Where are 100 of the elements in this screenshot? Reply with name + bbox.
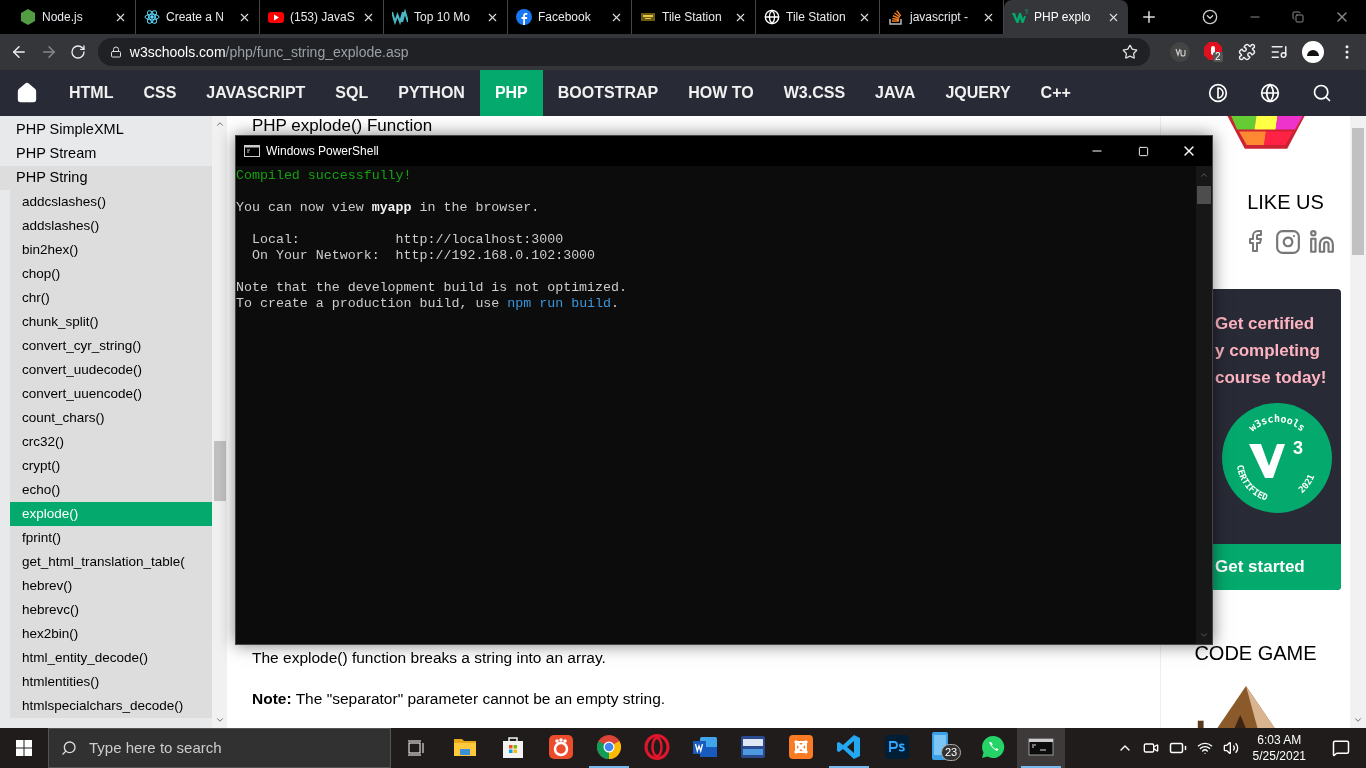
sidebar-link[interactable]: count_chars() bbox=[10, 406, 212, 430]
new-tab-icon[interactable] bbox=[1140, 8, 1158, 26]
task-view-icon[interactable] bbox=[407, 740, 425, 756]
facebook-icon bbox=[516, 9, 532, 25]
nav-link[interactable]: C++ bbox=[1025, 70, 1086, 116]
search-placeholder: Type here to search bbox=[89, 737, 222, 758]
section-heading: LIKE US bbox=[1247, 189, 1324, 215]
clock[interactable]: 6:03 AM 5/25/2021 bbox=[1248, 732, 1310, 764]
maximize-icon[interactable] bbox=[1137, 145, 1149, 157]
notification-icon[interactable] bbox=[1332, 739, 1350, 757]
sidebar-link[interactable]: htmlentities() bbox=[10, 670, 212, 694]
search-field[interactable]: Type here to search bbox=[48, 728, 391, 768]
nav-link[interactable]: CSS bbox=[128, 70, 192, 116]
reload-icon[interactable] bbox=[69, 44, 86, 60]
taskbar-app[interactable] bbox=[1017, 728, 1065, 768]
sidebar-link[interactable]: crypt() bbox=[10, 454, 212, 478]
extension-icon[interactable] bbox=[1170, 42, 1190, 62]
scroll-down-icon[interactable] bbox=[1353, 715, 1363, 725]
volume-icon[interactable] bbox=[1222, 740, 1239, 756]
sidebar-link[interactable]: hex2bin() bbox=[10, 622, 212, 646]
extension-badge: 2 bbox=[1213, 52, 1223, 62]
camera-icon[interactable] bbox=[1142, 740, 1159, 756]
nav-link[interactable]: PYTHON bbox=[383, 70, 480, 116]
linkedin-icon[interactable] bbox=[1308, 228, 1335, 255]
sidebar-link[interactable]: convert_cyr_string() bbox=[10, 334, 212, 358]
promo-text: course today! bbox=[1215, 366, 1328, 388]
scrollbar-thumb[interactable] bbox=[1352, 128, 1364, 255]
sidebar-link[interactable]: chop() bbox=[10, 262, 212, 286]
sidebar-link[interactable]: hebrev() bbox=[10, 574, 212, 598]
sidebar-link[interactable]: chunk_split() bbox=[10, 310, 212, 334]
chat-bubble-icon bbox=[980, 734, 1006, 760]
sidebar-link[interactable]: hebrevc() bbox=[10, 598, 212, 622]
terminal-icon bbox=[244, 145, 260, 157]
scrollbar-thumb[interactable] bbox=[213, 441, 226, 501]
terminal-line: Compiled successfully! bbox=[236, 168, 412, 184]
page-heading: PHP explode() Function bbox=[252, 116, 434, 135]
back-icon[interactable] bbox=[10, 43, 28, 61]
extensions-icon[interactable] bbox=[1238, 43, 1256, 61]
theme-icon[interactable] bbox=[1208, 83, 1228, 103]
sidebar-link[interactable]: PHP String bbox=[0, 166, 212, 190]
sidebar-link[interactable]: crc32() bbox=[10, 430, 212, 454]
wifi-icon[interactable] bbox=[1196, 740, 1213, 756]
promo-text: Get certified bbox=[1215, 312, 1316, 334]
dev-ide-icon bbox=[740, 734, 766, 760]
sidebar-link[interactable]: addslashes() bbox=[10, 214, 212, 238]
sidebar-link[interactable]: convert_uudecode() bbox=[10, 358, 212, 382]
nav-link[interactable]: HTML bbox=[54, 70, 129, 116]
xampp-icon bbox=[788, 734, 814, 760]
stack-icon bbox=[888, 9, 904, 25]
home-icon[interactable] bbox=[16, 82, 38, 104]
bookmark-icon[interactable] bbox=[1122, 44, 1138, 60]
sidebar-link[interactable]: htmlspecialchars_decode() bbox=[10, 694, 212, 718]
word-icon bbox=[692, 734, 718, 760]
search-icon bbox=[61, 740, 77, 756]
camera-app-icon bbox=[548, 734, 574, 760]
opera-icon bbox=[644, 734, 670, 760]
tab-search-icon[interactable] bbox=[1202, 9, 1218, 25]
paragraph: Note: The "separator" parameter cannot be an empty string. bbox=[252, 688, 667, 709]
url-domain: w3schools.com bbox=[129, 42, 226, 62]
nav-link[interactable]: W3.CSS bbox=[768, 70, 861, 116]
nav-link[interactable]: SQL bbox=[320, 70, 384, 116]
sidebar-link[interactable]: addcslashes() bbox=[10, 190, 212, 214]
globe-icon[interactable] bbox=[1260, 83, 1280, 103]
instagram-icon[interactable] bbox=[1274, 228, 1301, 255]
nav-link[interactable]: JQUERY bbox=[930, 70, 1026, 116]
sidebar-link[interactable]: bin2hex() bbox=[10, 238, 212, 262]
profile-avatar[interactable] bbox=[1302, 41, 1324, 63]
address-bar[interactable]: w3schools.com/php/func_string_explode.asp bbox=[97, 38, 1150, 66]
sidebar-link[interactable]: fprint() bbox=[10, 526, 212, 550]
section-heading: CODE GAME bbox=[1194, 640, 1317, 666]
media-icon[interactable] bbox=[1270, 43, 1288, 61]
globe-icon bbox=[764, 9, 780, 25]
sidebar-link[interactable]: PHP Stream bbox=[0, 142, 212, 166]
paragraph: The explode() function breaks a string into an array. bbox=[252, 647, 607, 668]
atom-icon bbox=[144, 9, 160, 25]
windows-logo-icon[interactable] bbox=[16, 740, 32, 756]
sidebar-link[interactable]: echo() bbox=[10, 478, 212, 502]
hexagon-icon bbox=[20, 9, 36, 25]
nav-link[interactable]: BOOTSTRAP bbox=[542, 70, 674, 116]
notification-count: 23 bbox=[941, 744, 962, 761]
sidebar-link[interactable]: chr() bbox=[10, 286, 212, 310]
sidebar-link[interactable]: html_entity_decode() bbox=[10, 646, 212, 670]
scrollbar-thumb[interactable] bbox=[1197, 186, 1211, 204]
browser-tab[interactable]: PHP explo bbox=[1004, 0, 1128, 34]
nav-link[interactable]: JAVA bbox=[860, 70, 931, 116]
restore-icon[interactable] bbox=[1292, 11, 1304, 23]
nav-link[interactable]: HOW TO bbox=[673, 70, 769, 116]
search-icon[interactable] bbox=[1312, 83, 1332, 103]
code-editor-icon bbox=[836, 734, 862, 760]
terminal-line: On Your Network: http://192.168.0.102:3000 bbox=[250, 248, 596, 264]
taskbar-app[interactable]: 23 bbox=[921, 728, 969, 768]
sidebar-link[interactable]: PHP SimpleXML bbox=[0, 118, 212, 142]
play-icon bbox=[268, 9, 284, 25]
sidebar-link[interactable]: convert_uuencode() bbox=[10, 382, 212, 406]
scroll-down-icon[interactable] bbox=[214, 715, 225, 725]
nav-link[interactable]: JAVASCRIPT bbox=[191, 70, 321, 116]
shopping-bag-icon bbox=[500, 734, 526, 760]
photoshop-icon bbox=[884, 734, 910, 760]
scroll-up-icon[interactable] bbox=[214, 119, 225, 129]
sidebar-link[interactable]: get_html_translation_table( bbox=[10, 550, 212, 574]
